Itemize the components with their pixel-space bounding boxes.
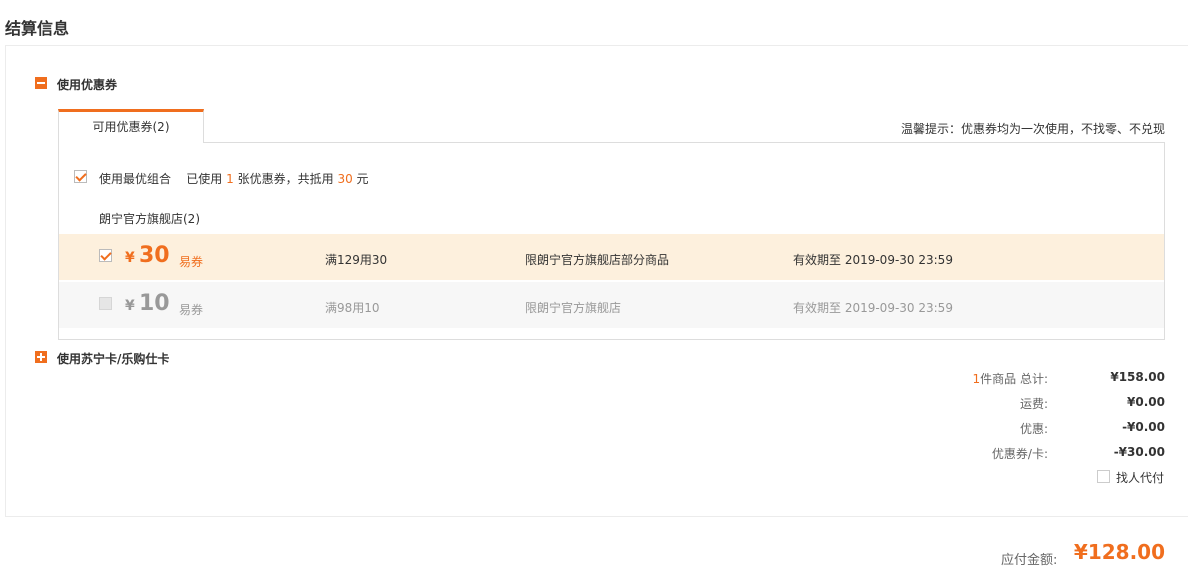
coupon-validity: 有效期至 2019-09-30 23:59 (793, 253, 953, 267)
coupon-amount: 10 (139, 291, 170, 316)
combo-suffix: 元 (356, 172, 369, 186)
combo-amount: 30 (337, 172, 353, 186)
items-total-label: 1件商品 总计: (973, 370, 1049, 387)
coupon-card-value: -¥30.00 (1113, 445, 1165, 459)
shipping-label: 运费: (1019, 397, 1048, 411)
coupon-section-label[interactable]: 使用优惠券 (57, 76, 117, 93)
items-total-value: ¥158.00 (1110, 370, 1165, 384)
page-title: 结算信息 (5, 19, 70, 38)
tab-available-coupons[interactable]: 可用优惠券(2) (58, 109, 204, 143)
discount-label: 优惠: (1019, 422, 1048, 436)
coupon-tip: 温馨提示：优惠券均为一次使用，不找零、不兑现 (900, 122, 1165, 136)
best-combo-line: 使用最优组合 已使用 1 张优惠券，共抵用 30 元 (99, 170, 369, 187)
coupon-card-label: 优惠券/卡: (991, 447, 1048, 461)
collapse-icon[interactable] (35, 77, 47, 89)
items-count: 1 (972, 372, 981, 386)
proxy-pay-label[interactable]: 找人代付 (1116, 469, 1164, 486)
items-label: 件商品 总计: (980, 372, 1048, 386)
best-combo-checkbox[interactable] (74, 170, 87, 183)
discount-value: -¥0.00 (1122, 420, 1165, 434)
coupon-amount: 30 (139, 243, 170, 268)
coupon-type: 易券 (179, 255, 204, 269)
best-combo-label[interactable]: 使用最优组合 (99, 172, 171, 186)
proxy-pay-checkbox[interactable] (1097, 470, 1110, 483)
card-section-label[interactable]: 使用苏宁卡/乐购仕卡 (57, 350, 169, 367)
combo-middle: 张优惠券，共抵用 (237, 172, 334, 186)
coupon-scope: 限朗宁官方旗舰店部分商品 (525, 253, 670, 267)
payable-amount: ¥128.00 (1073, 540, 1165, 564)
combo-count: 1 (226, 172, 234, 186)
coupon-validity: 有效期至 2019-09-30 23:59 (793, 301, 953, 315)
coupon-condition: 满98用10 (325, 301, 380, 315)
coupon-checkbox[interactable] (99, 249, 112, 262)
payable-label: 应付金额: (1001, 553, 1058, 568)
currency-symbol: ¥ (125, 250, 135, 266)
currency-symbol: ¥ (125, 298, 135, 314)
expand-icon[interactable] (35, 351, 47, 363)
coupon-type: 易券 (179, 303, 204, 317)
coupon-checkbox[interactable] (99, 297, 112, 310)
coupon-scope: 限朗宁官方旗舰店 (525, 301, 622, 315)
shipping-value: ¥0.00 (1127, 395, 1165, 409)
coupon-condition: 满129用30 (325, 253, 388, 267)
combo-prefix: 已使用 (186, 172, 223, 186)
store-name: 朗宁官方旗舰店(2) (99, 212, 200, 226)
